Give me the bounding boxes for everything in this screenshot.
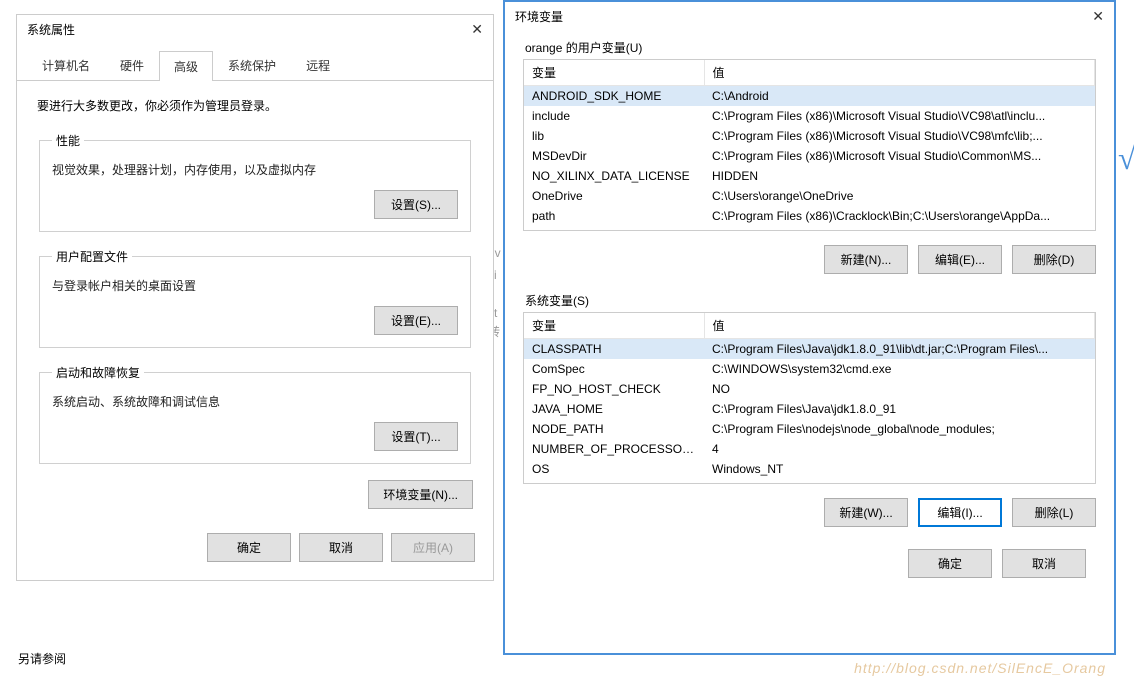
var-value-cell: C:\Program Files (x86)\Microsoft Visual … <box>704 126 1095 146</box>
var-name-cell: NUMBER_OF_PROCESSORS <box>524 439 704 459</box>
var-name-cell: FP_NO_HOST_CHECK <box>524 379 704 399</box>
user-profiles-desc: 与登录帐户相关的桌面设置 <box>52 277 458 294</box>
var-name-cell: ComSpec <box>524 359 704 379</box>
system-new-button[interactable]: 新建(W)... <box>824 498 908 527</box>
var-name-cell: CLASSPATH <box>524 339 704 360</box>
startup-recovery-settings-button[interactable]: 设置(T)... <box>374 422 458 451</box>
performance-group: 性能 视觉效果，处理器计划，内存使用，以及虚拟内存 设置(S)... <box>39 132 471 232</box>
startup-recovery-desc: 系统启动、系统故障和调试信息 <box>52 393 458 410</box>
col-header-value[interactable]: 值 <box>704 60 1095 86</box>
ok-button[interactable]: 确定 <box>207 533 291 562</box>
table-row[interactable]: libC:\Program Files (x86)\Microsoft Visu… <box>524 126 1095 146</box>
table-row[interactable]: includeC:\Program Files (x86)\Microsoft … <box>524 106 1095 126</box>
see-also-text: 另请参阅 <box>18 650 66 667</box>
var-name-cell: include <box>524 106 704 126</box>
titlebar: 系统属性 ✕ <box>17 15 493 44</box>
user-edit-button[interactable]: 编辑(E)... <box>918 245 1002 274</box>
table-row[interactable]: ComSpecC:\WINDOWS\system32\cmd.exe <box>524 359 1095 379</box>
var-value-cell: C:\Program Files (x86)\Microsoft Visual … <box>704 106 1095 126</box>
var-name-cell: lib <box>524 126 704 146</box>
table-row[interactable]: ANDROID_SDK_HOMEC:\Android <box>524 86 1095 107</box>
user-profiles-legend: 用户配置文件 <box>52 248 132 265</box>
var-value-cell: C:\WINDOWS\system32\cmd.exe <box>704 359 1095 379</box>
user-profiles-settings-button[interactable]: 设置(E)... <box>374 306 458 335</box>
system-properties-window: 系统属性 ✕ 计算机名 硬件 高级 系统保护 远程 要进行大多数更改，你必须作为… <box>16 14 494 581</box>
var-value-cell: Windows_NT <box>704 459 1095 479</box>
col-header-value[interactable]: 值 <box>704 313 1095 339</box>
system-vars-listbox[interactable]: 变量 值 CLASSPATHC:\Program Files\Java\jdk1… <box>523 312 1096 484</box>
checkmark-artifact: √ <box>1118 140 1134 177</box>
performance-legend: 性能 <box>52 132 84 149</box>
col-header-variable[interactable]: 变量 <box>524 313 704 339</box>
user-vars-label: orange 的用户变量(U) <box>523 39 1096 56</box>
table-row[interactable]: JAVA_HOMEC:\Program Files\Java\jdk1.8.0_… <box>524 399 1095 419</box>
var-name-cell: NODE_PATH <box>524 419 704 439</box>
var-value-cell: C:\Program Files (x86)\Microsoft Visual … <box>704 146 1095 166</box>
system-vars-group: 系统变量(S) 变量 值 CLASSPATHC:\Program Files\J… <box>523 292 1096 527</box>
titlebar: 环境变量 ✕ <box>505 2 1114 31</box>
watermark: http://blog.csdn.net/SilEncE_Orang <box>854 660 1106 676</box>
user-new-button[interactable]: 新建(N)... <box>824 245 908 274</box>
cancel-button[interactable]: 取消 <box>299 533 383 562</box>
var-name-cell: ANDROID_SDK_HOME <box>524 86 704 107</box>
var-value-cell: NO <box>704 379 1095 399</box>
var-name-cell: MSDevDir <box>524 146 704 166</box>
table-row[interactable]: NODE_PATHC:\Program Files\nodejs\node_gl… <box>524 419 1095 439</box>
cancel-button[interactable]: 取消 <box>1002 549 1086 578</box>
var-name-cell: OS <box>524 459 704 479</box>
var-value-cell: C:\Android <box>704 86 1095 107</box>
var-value-cell: C:\Program Files (x86)\Cracklock\Bin;C:\… <box>704 206 1095 226</box>
ok-button[interactable]: 确定 <box>908 549 992 578</box>
startup-recovery-group: 启动和故障恢复 系统启动、系统故障和调试信息 设置(T)... <box>39 364 471 464</box>
admin-info-text: 要进行大多数更改，你必须作为管理员登录。 <box>37 97 473 114</box>
user-profiles-group: 用户配置文件 与登录帐户相关的桌面设置 设置(E)... <box>39 248 471 348</box>
apply-button[interactable]: 应用(A) <box>391 533 475 562</box>
user-vars-listbox[interactable]: 变量 值 ANDROID_SDK_HOMEC:\AndroidincludeC:… <box>523 59 1096 231</box>
close-icon[interactable]: ✕ <box>1092 8 1104 25</box>
user-delete-button[interactable]: 删除(D) <box>1012 245 1096 274</box>
system-vars-label: 系统变量(S) <box>523 292 1096 309</box>
var-value-cell: C:\Program Files\Java\jdk1.8.0_91 <box>704 399 1095 419</box>
table-row[interactable]: CLASSPATHC:\Program Files\Java\jdk1.8.0_… <box>524 339 1095 360</box>
var-name-cell: NO_XILINX_DATA_LICENSE <box>524 166 704 186</box>
tab-computer-name[interactable]: 计算机名 <box>27 50 105 80</box>
var-name-cell: JAVA_HOME <box>524 399 704 419</box>
performance-desc: 视觉效果，处理器计划，内存使用，以及虚拟内存 <box>52 161 458 178</box>
tab-remote[interactable]: 远程 <box>291 50 345 80</box>
table-row[interactable]: NO_XILINX_DATA_LICENSEHIDDEN <box>524 166 1095 186</box>
var-value-cell: C:\Users\orange\OneDrive <box>704 186 1095 206</box>
var-name-cell: OneDrive <box>524 186 704 206</box>
table-row[interactable]: FP_NO_HOST_CHECKNO <box>524 379 1095 399</box>
environment-variables-button[interactable]: 环境变量(N)... <box>368 480 473 509</box>
var-name-cell: path <box>524 206 704 226</box>
table-row[interactable]: OneDriveC:\Users\orange\OneDrive <box>524 186 1095 206</box>
system-edit-button[interactable]: 编辑(I)... <box>918 498 1002 527</box>
col-header-variable[interactable]: 变量 <box>524 60 704 86</box>
table-row[interactable]: NUMBER_OF_PROCESSORS4 <box>524 439 1095 459</box>
table-row[interactable]: pathC:\Program Files (x86)\Cracklock\Bin… <box>524 206 1095 226</box>
environment-variables-window: 环境变量 ✕ orange 的用户变量(U) 变量 值 ANDROID_SDK_… <box>503 0 1116 655</box>
tab-system-protection[interactable]: 系统保护 <box>213 50 291 80</box>
window-title: 环境变量 <box>515 8 563 25</box>
user-vars-group: orange 的用户变量(U) 变量 值 ANDROID_SDK_HOMEC:\… <box>523 39 1096 274</box>
var-value-cell: C:\Program Files\nodejs\node_global\node… <box>704 419 1095 439</box>
var-value-cell: HIDDEN <box>704 166 1095 186</box>
table-row[interactable]: OSWindows_NT <box>524 459 1095 479</box>
tab-hardware[interactable]: 硬件 <box>105 50 159 80</box>
tab-advanced[interactable]: 高级 <box>159 51 213 81</box>
tabs: 计算机名 硬件 高级 系统保护 远程 <box>17 50 493 81</box>
startup-recovery-legend: 启动和故障恢复 <box>52 364 144 381</box>
window-title: 系统属性 <box>27 21 75 38</box>
var-value-cell: 4 <box>704 439 1095 459</box>
table-row[interactable]: MSDevDirC:\Program Files (x86)\Microsoft… <box>524 146 1095 166</box>
close-icon[interactable]: ✕ <box>471 21 483 38</box>
var-value-cell: C:\Program Files\Java\jdk1.8.0_91\lib\dt… <box>704 339 1095 360</box>
performance-settings-button[interactable]: 设置(S)... <box>374 190 458 219</box>
system-delete-button[interactable]: 删除(L) <box>1012 498 1096 527</box>
